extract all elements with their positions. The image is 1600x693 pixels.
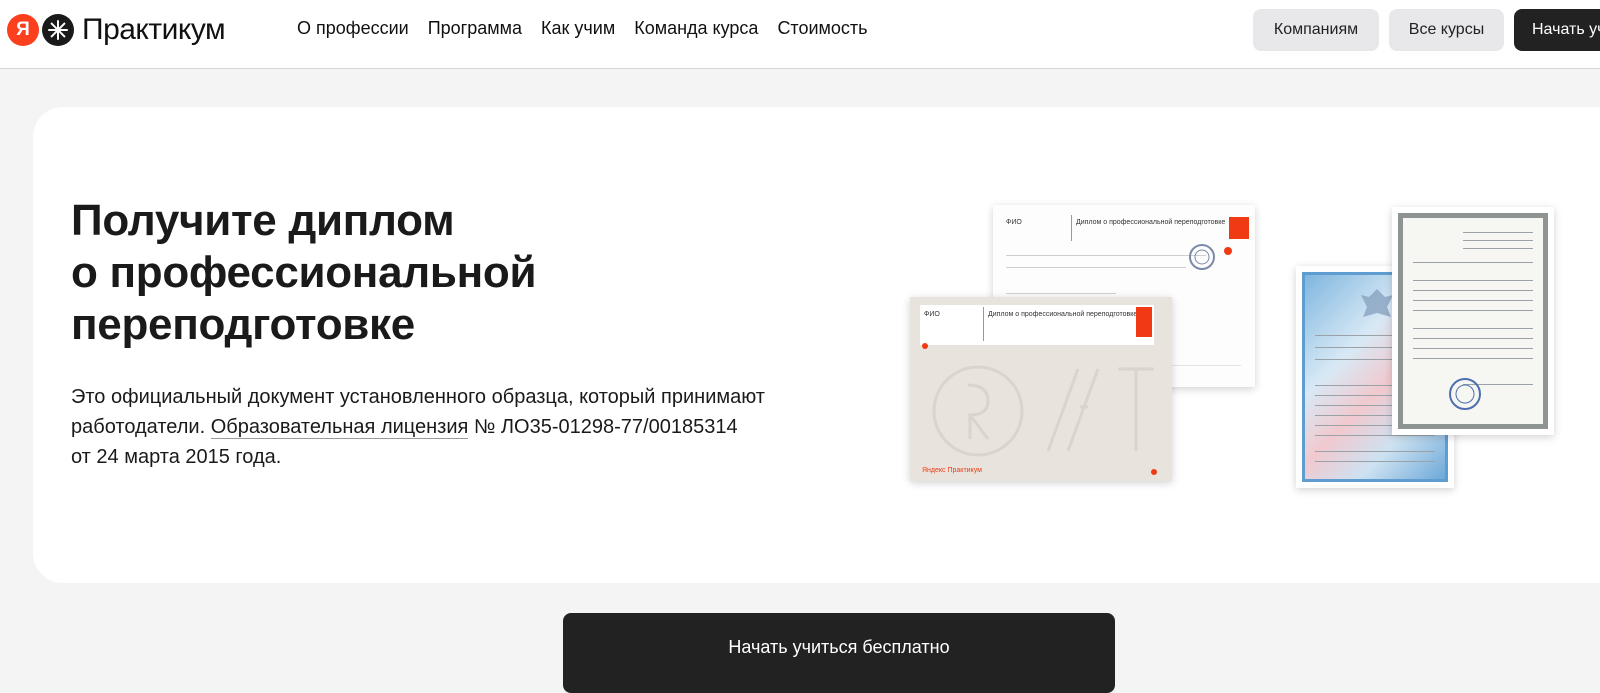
logo-mark-letter: Я [16,19,30,40]
text-line [1463,232,1533,233]
diploma-title-label: Диплом о профессиональной переподготовке [988,311,1138,318]
text-line [1413,300,1533,301]
text-line [1463,248,1533,249]
start-free-button[interactable]: Начать учиться бесплатно [563,613,1115,693]
all-courses-button[interactable]: Все курсы [1389,9,1504,51]
hero-description: Это официальный документ установленного … [71,382,831,472]
hero-title-line: переподготовке [71,300,415,349]
coat-of-arms-icon [1361,289,1393,317]
text-line [1413,262,1533,263]
license-link[interactable]: Образовательная лицензия [210,416,469,439]
diploma-sample-front-image: ФИО Диплом о профессиональной переподгот… [910,297,1172,481]
diploma-fio-label: ФИО [1006,219,1022,226]
divider [1006,293,1116,294]
start-learning-button[interactable]: Начать уч [1514,9,1600,51]
text-line [1413,280,1533,281]
nav-item-how-we-teach[interactable]: Как учим [541,18,615,39]
license-appendix-image [1392,207,1554,435]
hero-title-line: Получите диплом [71,196,455,245]
diploma-red-dot [1151,469,1157,475]
diploma-title-label: Диплом о профессиональной переподготовке [1076,219,1226,226]
main-nav: О профессии Программа Как учим Команда к… [297,18,868,39]
text-line [1413,310,1533,311]
diploma-red-dot [922,343,928,349]
nav-item-about-profession[interactable]: О профессии [297,18,409,39]
diploma-red-tag [1229,217,1249,239]
yandex-logo-icon: Я [7,14,39,46]
hero-title-line: о профессиональной [71,248,537,297]
text-line [1413,290,1533,291]
license-appendix-frame [1398,213,1548,429]
text-line [1413,328,1533,329]
text-line [1315,435,1435,436]
companies-button[interactable]: Компаниям [1253,9,1379,51]
text-line [1315,451,1435,452]
license-number: № ЛО35-01298-77/00185314 [468,416,738,438]
text-line [1463,240,1533,241]
divider [983,307,984,341]
text-line [1315,461,1435,462]
logo-wordmark: Практикум [82,13,226,46]
text-line [1413,338,1533,339]
divider [1006,255,1206,256]
license-date: от 24 марта 2015 года. [71,446,282,468]
diploma-red-tag [1136,307,1152,337]
text-line [1413,358,1533,359]
nav-item-course-team[interactable]: Команда курса [634,18,758,39]
practicum-logo[interactable]: Я Практикум [7,13,226,47]
diploma-seal-icon [1189,244,1232,270]
diploma-brand-label: Яндекс Практикум [922,467,982,474]
text-line [1413,348,1533,349]
divider [1006,267,1186,268]
practicum-star-icon [42,14,74,46]
divider [1071,215,1072,241]
nav-item-program[interactable]: Программа [428,18,522,39]
nav-item-price[interactable]: Стоимость [777,18,867,39]
hero-title: Получите диплом о профессиональной переп… [71,195,671,351]
diploma-watermark-logo [932,365,1154,457]
site-header: Я Практикум О профессии Программа Как уч… [0,0,1600,69]
diploma-fio-label: ФИО [924,311,940,318]
official-stamp-icon [1449,378,1481,410]
